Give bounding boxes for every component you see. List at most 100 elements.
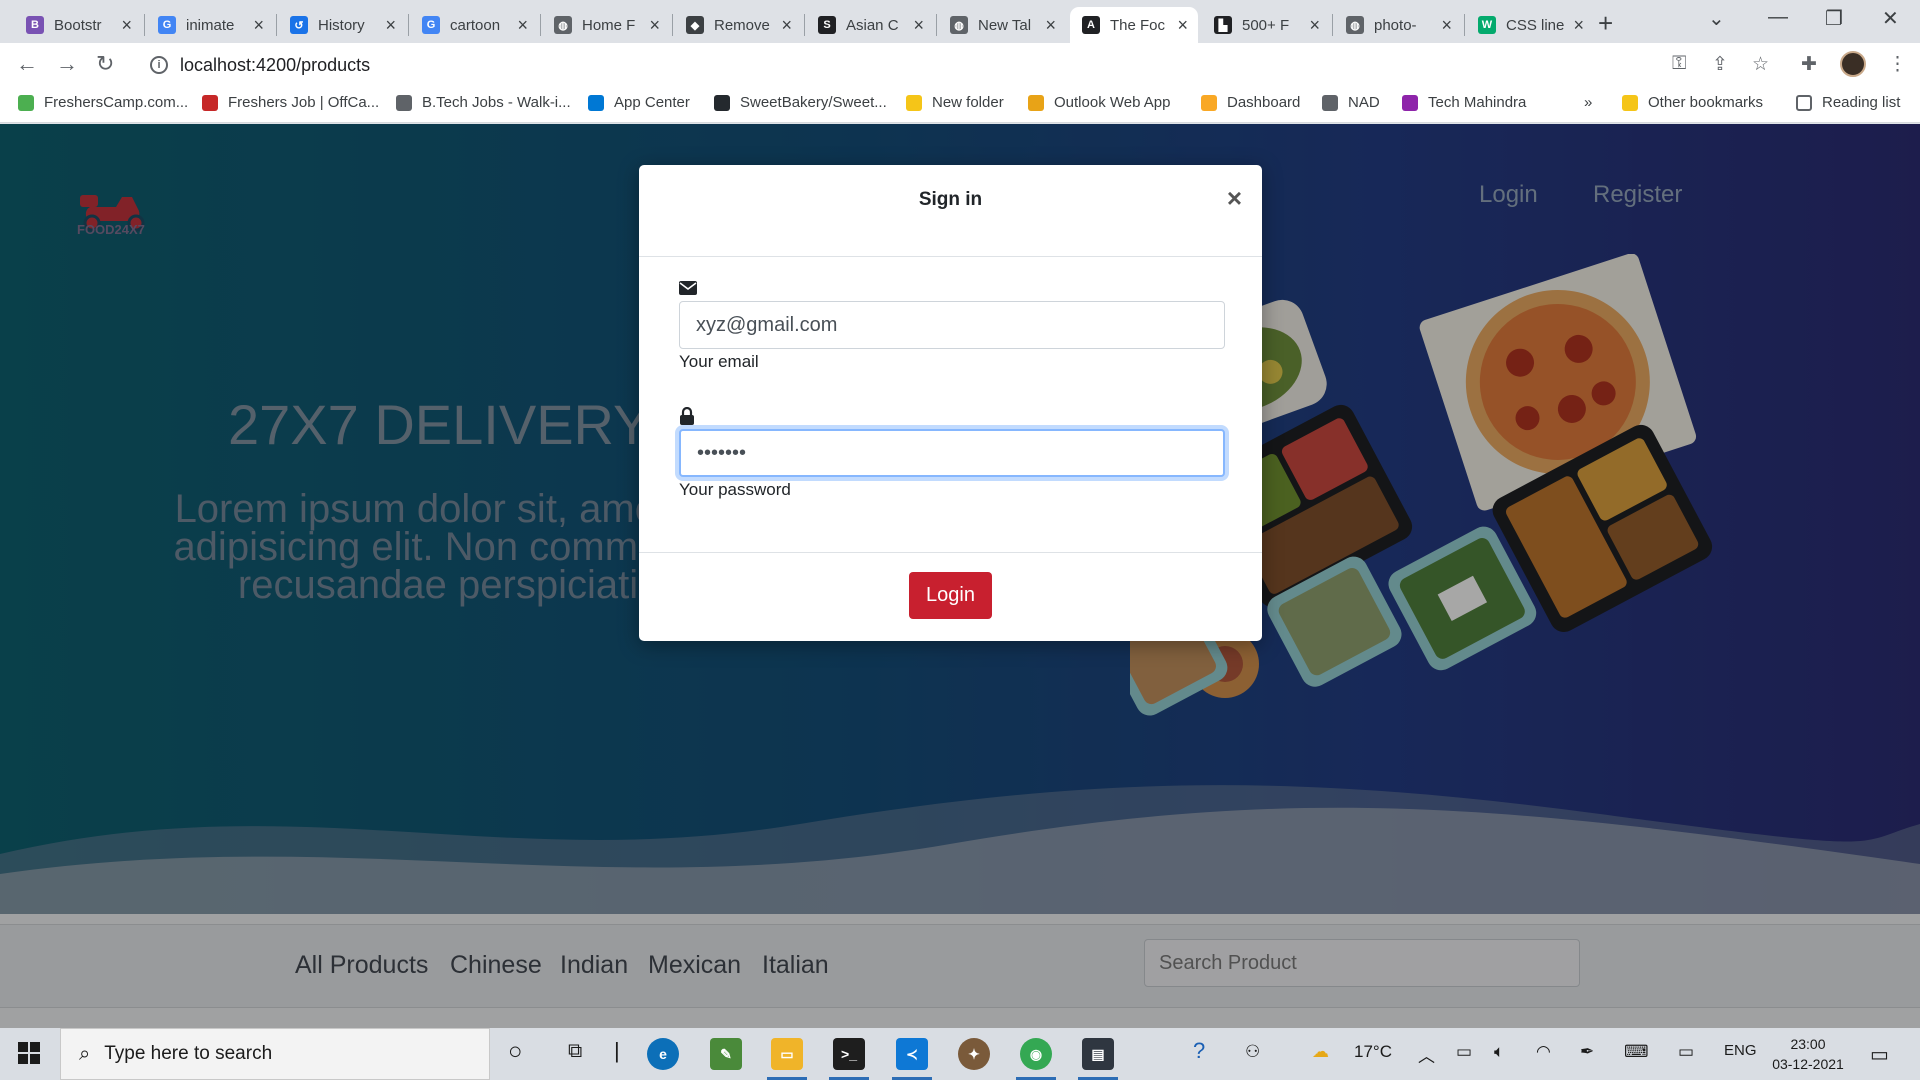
tab-close-icon[interactable]: × (385, 15, 396, 36)
tab-close-icon[interactable]: × (781, 15, 792, 36)
tab-separator (540, 14, 541, 36)
bookmark-item[interactable]: Freshers Job | OffCa... (202, 94, 379, 111)
tab-title: The Foc (1110, 16, 1166, 34)
paint-icon[interactable]: ✎ (710, 1038, 742, 1070)
browser-tab[interactable]: ◍ photo- × (1334, 7, 1462, 43)
menu-icon[interactable]: ⋮ (1888, 53, 1907, 76)
close-icon[interactable]: × (1227, 183, 1242, 214)
app-center-icon (588, 94, 604, 111)
edge-icon[interactable]: e (647, 1038, 679, 1070)
taskbar-search-box[interactable]: ⌕ Type here to search (60, 1028, 490, 1080)
share-icon[interactable]: ⇪ (1712, 53, 1728, 76)
bookmark-item[interactable]: Tech Mahindra (1402, 94, 1526, 111)
volume-icon[interactable]: 🔈︎ (1494, 1042, 1504, 1062)
browser-tab[interactable]: ◆ Remove × (674, 7, 802, 43)
bookmark-item[interactable]: NAD (1322, 94, 1380, 111)
tab-close-icon[interactable]: × (1309, 15, 1320, 36)
bookmarks-overflow-button[interactable]: » (1584, 94, 1592, 111)
mysql-icon[interactable]: ▤ (1082, 1038, 1114, 1070)
login-button[interactable]: Login (909, 572, 992, 619)
browser-tab[interactable]: A The Foc × (1070, 7, 1198, 43)
weather-icon[interactable]: ☁ (1312, 1042, 1329, 1062)
bookmark-label: App Center (614, 94, 690, 111)
back-icon[interactable]: ← (16, 51, 38, 77)
taskbar-clock[interactable]: 23:00 03-12-2021 (1768, 1034, 1848, 1074)
remove-bg-icon: ◆ (686, 16, 704, 34)
site-info-icon[interactable]: i (150, 56, 168, 74)
browser-tab[interactable]: ▙ 500+ F × (1202, 7, 1330, 43)
restore-button[interactable]: ❐ (1825, 6, 1843, 31)
browser-tab[interactable]: S Asian C × (806, 7, 934, 43)
browser-tab[interactable]: W CSS line × (1466, 7, 1594, 43)
vscode-icon[interactable]: ≺ (896, 1038, 928, 1070)
password-field[interactable] (679, 429, 1225, 477)
battery-icon[interactable]: ▭ (1456, 1042, 1472, 1062)
tab-title: History (318, 16, 365, 34)
weather-temperature[interactable]: 17°C (1354, 1042, 1392, 1062)
minimize-button[interactable]: — (1768, 6, 1788, 29)
terminal-icon[interactable]: >_ (833, 1038, 865, 1070)
reload-icon[interactable]: ↻ (96, 51, 114, 77)
tab-close-icon[interactable]: × (253, 15, 264, 36)
bookmark-item[interactable]: Dashboard (1201, 94, 1300, 111)
new-tab-button[interactable]: + (1598, 8, 1613, 39)
task-view-icon[interactable]: ⧉ (568, 1040, 582, 1063)
envelope-icon (679, 281, 697, 295)
language-indicator[interactable]: ENG (1724, 1042, 1757, 1059)
forward-icon[interactable]: → (56, 51, 78, 77)
key-icon[interactable]: ⚿ (1672, 53, 1686, 75)
globe-icon: ◍ (1346, 16, 1364, 34)
modal-footer-divider (639, 552, 1262, 553)
tab-separator (408, 14, 409, 36)
bookmark-star-icon[interactable]: ☆ (1752, 53, 1769, 76)
browser-tab-bar: B Bootstr × Ginimate × ↺ History × Gcartoon × ◍ Hom… (0, 0, 1920, 43)
browser-tab[interactable]: ◍ New Tal × (938, 7, 1066, 43)
tab-close-icon[interactable]: × (913, 15, 924, 36)
notification-icon[interactable]: ▭ (1870, 1042, 1889, 1067)
bookmarks-bar: FreshersCamp.com... Freshers Job | OffCa.… (0, 88, 1920, 123)
app-icon[interactable]: ✦ (958, 1038, 990, 1070)
cortana-icon[interactable]: ○ (508, 1038, 523, 1066)
browser-toolbar: ← → ↻ i localhost:4200/products ⚿ ⇪ ☆ ✚ … (0, 43, 1920, 88)
pen-icon[interactable]: ✒ (1580, 1042, 1594, 1062)
tab-search-icon[interactable]: ⌄ (1708, 6, 1725, 31)
clock-date: 03-12-2021 (1772, 1056, 1844, 1072)
email-field[interactable] (679, 301, 1225, 349)
display-icon[interactable]: ▭ (1678, 1042, 1694, 1062)
bookmark-item[interactable]: App Center (588, 94, 690, 111)
browser-tab[interactable]: ◍ Home F × (542, 7, 670, 43)
profile-avatar[interactable] (1840, 51, 1866, 77)
browser-tab[interactable]: Gcartoon × (410, 7, 538, 43)
tab-close-icon[interactable]: × (649, 15, 660, 36)
tab-close-icon[interactable]: × (1045, 15, 1056, 36)
tab-close-icon[interactable]: × (1177, 15, 1188, 36)
tab-close-icon[interactable]: × (517, 15, 528, 36)
chrome-icon[interactable]: ◉ (1020, 1038, 1052, 1070)
browser-tab[interactable]: B Bootstr × (14, 7, 142, 43)
tab-close-icon[interactable]: × (121, 15, 132, 36)
browser-tab[interactable]: ↺ History × (278, 7, 406, 43)
bookmark-item[interactable]: Outlook Web App (1028, 94, 1170, 111)
tab-close-icon[interactable]: × (1441, 15, 1452, 36)
bookmark-item[interactable]: FreshersCamp.com... (18, 94, 188, 111)
tab-separator (144, 14, 145, 36)
wifi-icon[interactable]: ◠ (1536, 1042, 1551, 1062)
tab-close-icon[interactable]: × (1573, 15, 1584, 36)
help-icon[interactable]: ? (1193, 1038, 1205, 1064)
file-explorer-icon[interactable]: ▭ (771, 1038, 803, 1070)
keyboard-icon[interactable]: ⌨ (1624, 1042, 1649, 1062)
address-bar[interactable]: i localhost:4200/products (140, 47, 1640, 83)
bookmark-item[interactable]: B.Tech Jobs - Walk-i... (396, 94, 571, 111)
tray-chevron-icon[interactable]: ︿ (1418, 1042, 1435, 1067)
bookmark-item[interactable]: SweetBakery/Sweet... (714, 94, 887, 111)
windows-start-icon[interactable] (18, 1042, 40, 1064)
people-icon[interactable]: ⚇ (1245, 1042, 1260, 1062)
search-icon: ⌕ (79, 1042, 91, 1065)
extensions-icon[interactable]: ✚ (1801, 53, 1817, 76)
bookmark-item[interactable]: New folder (906, 94, 1004, 111)
close-window-button[interactable]: ✕ (1882, 6, 1899, 31)
other-bookmarks[interactable]: Other bookmarks (1622, 94, 1763, 111)
reading-list[interactable]: Reading list (1796, 94, 1900, 111)
globe-icon (396, 94, 412, 111)
browser-tab[interactable]: Ginimate × (146, 7, 274, 43)
